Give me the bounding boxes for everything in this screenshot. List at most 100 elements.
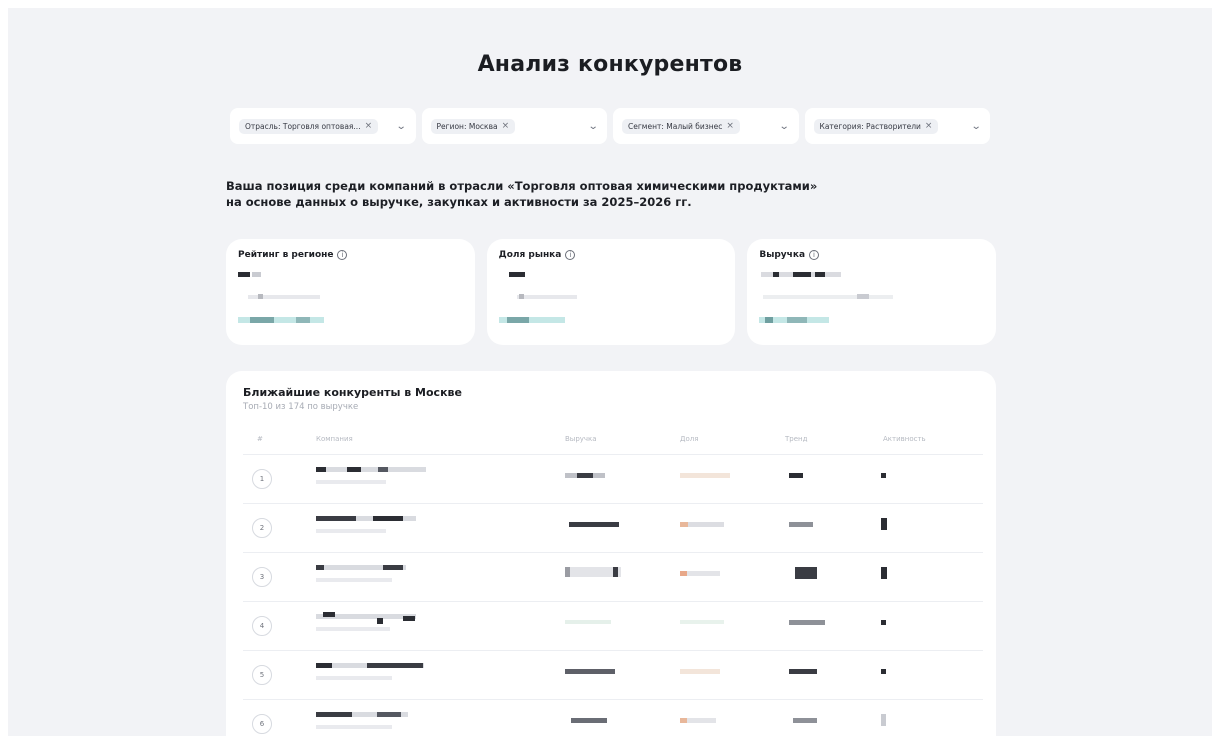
- redacted-activity: [881, 518, 887, 530]
- redacted-revenue: [569, 522, 619, 527]
- column-header-share[interactable]: Доля: [680, 435, 698, 443]
- redacted-text: [518, 294, 524, 299]
- filter-region[interactable]: Регион: Москва × ⌄: [421, 108, 607, 144]
- table-row[interactable]: 4: [243, 601, 983, 650]
- rank-badge: 3: [252, 567, 272, 587]
- close-icon[interactable]: ×: [365, 121, 373, 131]
- redacted-company: [347, 467, 361, 472]
- redacted-link: [506, 317, 529, 323]
- filter-chip-label: Сегмент: Малый бизнес: [628, 121, 723, 131]
- info-icon[interactable]: i: [809, 250, 820, 260]
- rank-badge: 4: [252, 616, 272, 636]
- intro-text: Ваша позиция среди компаний в отрасли «Т…: [226, 178, 926, 210]
- redacted-revenue: [577, 473, 593, 478]
- redacted-inn: [316, 529, 386, 533]
- redacted-company: [316, 516, 356, 521]
- redacted-inn: [316, 627, 390, 631]
- chevron-down-icon[interactable]: ⌄: [396, 121, 407, 132]
- market-share-card: Доля рынка i: [486, 239, 736, 345]
- info-icon[interactable]: i: [337, 250, 348, 260]
- redacted-trend: [789, 522, 813, 527]
- filter-category[interactable]: Категория: Растворители × ⌄: [804, 108, 990, 144]
- redacted-trend: [789, 620, 825, 625]
- filter-chip: Сегмент: Малый бизнес ×: [622, 118, 740, 134]
- redacted-share: [680, 522, 688, 527]
- redacted-company: [373, 516, 403, 521]
- page-title: Анализ конкурентов: [477, 52, 743, 77]
- chevron-down-icon[interactable]: ⌄: [970, 121, 981, 132]
- redacted-text: [258, 294, 263, 299]
- redacted-trend: [795, 567, 817, 579]
- table-row[interactable]: 6: [243, 699, 983, 736]
- card-title: Выручка i: [759, 250, 984, 260]
- column-header-rank: #: [257, 435, 263, 443]
- filter-chip: Категория: Растворители ×: [813, 118, 939, 134]
- filter-industry[interactable]: Отрасль: Торговля оптовая... × ⌄: [230, 108, 416, 144]
- column-header-activity[interactable]: Активность: [883, 435, 926, 443]
- redacted-inn: [316, 578, 392, 582]
- metric-cards: Рейтинг в регионе i Доля рынка i Выручка…: [226, 239, 997, 345]
- filter-segment[interactable]: Сегмент: Малый бизнес × ⌄: [613, 108, 799, 144]
- redacted-company: [323, 612, 335, 617]
- rank-badge: 1: [252, 469, 272, 489]
- redacted-company: [316, 467, 326, 472]
- rank-badge: 6: [252, 714, 272, 734]
- close-icon[interactable]: ×: [502, 121, 510, 131]
- redacted-link: [765, 317, 774, 323]
- rating-card: Рейтинг в регионе i: [226, 239, 475, 345]
- redacted-activity: [881, 567, 887, 579]
- intro-line: на основе данных о выручке, закупках и а…: [226, 195, 692, 209]
- chevron-down-icon[interactable]: ⌄: [779, 121, 790, 132]
- rank-badge: 5: [252, 665, 272, 685]
- close-icon[interactable]: ×: [726, 121, 734, 131]
- column-header-company[interactable]: Компания: [316, 435, 353, 443]
- redacted-revenue: [571, 718, 607, 723]
- redacted-activity: [881, 669, 886, 674]
- redacted-company: [316, 712, 352, 717]
- panel-subtitle: Топ-10 из 174 по выручке: [243, 402, 359, 412]
- card-title-label: Доля рынка: [498, 250, 562, 260]
- redacted-company: [316, 663, 332, 668]
- redacted-activity: [881, 473, 886, 478]
- redacted-revenue: [565, 669, 615, 674]
- redacted-company: [383, 565, 403, 570]
- table-row[interactable]: 2: [243, 503, 983, 552]
- redacted-revenue: [565, 620, 611, 624]
- redacted-value: [773, 272, 780, 277]
- redacted-activity: [881, 620, 886, 625]
- redacted-activity: [881, 714, 886, 726]
- redacted-company: [316, 467, 426, 472]
- filter-chip-label: Отрасль: Торговля оптовая...: [245, 121, 361, 131]
- column-header-revenue[interactable]: Выручка: [565, 435, 597, 443]
- card-title: Рейтинг в регионе i: [238, 250, 463, 260]
- intro-line: Ваша позиция среди компаний в отрасли «Т…: [226, 179, 818, 193]
- redacted-share: [680, 669, 720, 674]
- redacted-trend: [789, 669, 817, 674]
- redacted-link: [296, 317, 310, 323]
- table-row[interactable]: 5: [243, 650, 983, 699]
- competitors-panel: Ближайшие конкуренты в Москве Топ-10 из …: [226, 371, 996, 736]
- filter-chip-label: Регион: Москва: [436, 121, 498, 131]
- filter-chip: Регион: Москва ×: [430, 118, 516, 134]
- page-canvas: Анализ конкурентов Отрасль: Торговля опт…: [8, 8, 1212, 736]
- chevron-down-icon[interactable]: ⌄: [587, 121, 598, 132]
- redacted-text: [516, 295, 577, 299]
- close-icon[interactable]: ×: [925, 121, 933, 131]
- redacted-inn: [316, 725, 392, 729]
- redacted-share: [680, 718, 687, 723]
- panel-title: Ближайшие конкуренты в Москве: [243, 386, 462, 399]
- redacted-value: [815, 272, 826, 277]
- redacted-inn: [316, 480, 386, 484]
- redacted-company: [377, 618, 383, 624]
- card-title-label: Рейтинг в регионе: [238, 250, 334, 260]
- info-icon[interactable]: i: [565, 250, 576, 260]
- redacted-value: [508, 272, 525, 277]
- redacted-company: [367, 663, 423, 668]
- table-row[interactable]: 1: [243, 454, 983, 503]
- redacted-text: [857, 294, 870, 299]
- card-title: Доля рынка i: [499, 250, 724, 260]
- redacted-inn: [316, 676, 392, 680]
- column-header-trend[interactable]: Тренд: [785, 435, 807, 443]
- redacted-share: [680, 620, 724, 624]
- table-row[interactable]: 3: [243, 552, 983, 601]
